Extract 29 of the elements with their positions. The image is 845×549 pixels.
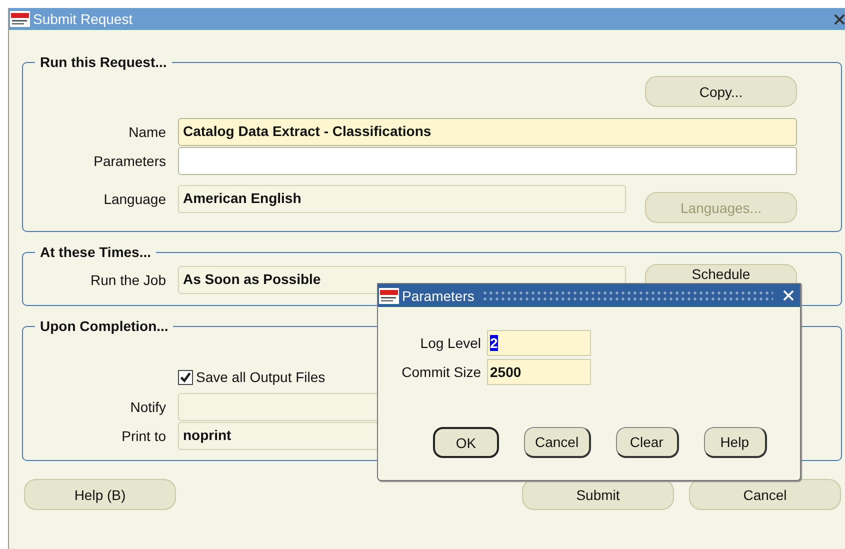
input-field[interactable]: Catalog Data Extract - Classifications xyxy=(178,118,797,146)
field-label: Language xyxy=(102,190,167,206)
field-label: Print to xyxy=(120,428,167,444)
window-title: Submit Request xyxy=(33,11,133,27)
checkbox[interactable] xyxy=(178,370,193,384)
input-field[interactable]: 2 xyxy=(487,330,591,356)
field-label: Run the Job xyxy=(90,272,167,288)
button[interactable]: Help xyxy=(704,427,767,458)
section-title: At these Times... xyxy=(39,244,152,260)
button[interactable]: OK xyxy=(433,427,499,458)
button[interactable]: Cancel xyxy=(524,427,591,458)
field-label: Log Level xyxy=(419,335,481,351)
input-field[interactable]: American English xyxy=(178,184,626,212)
field-label: Notify xyxy=(129,399,167,415)
app-logo-icon xyxy=(10,11,30,27)
button[interactable]: Clear xyxy=(616,427,679,458)
checkbox-label: Save all Output Files xyxy=(196,369,326,385)
section-title: Upon Completion... xyxy=(39,318,170,334)
button[interactable]: Help (B) xyxy=(24,479,176,510)
field-label: Commit Size xyxy=(400,364,481,380)
input-field[interactable] xyxy=(178,147,797,175)
section-title: Run this Request... xyxy=(39,54,168,70)
button[interactable]: Cancel xyxy=(689,479,841,510)
field-label: Name xyxy=(128,124,167,140)
button[interactable]: Copy... xyxy=(645,76,797,107)
close-icon[interactable] xyxy=(834,14,845,24)
button[interactable]: Submit xyxy=(522,479,674,510)
input-field[interactable]: 2500 xyxy=(487,359,591,385)
field-label: Parameters xyxy=(92,153,167,169)
